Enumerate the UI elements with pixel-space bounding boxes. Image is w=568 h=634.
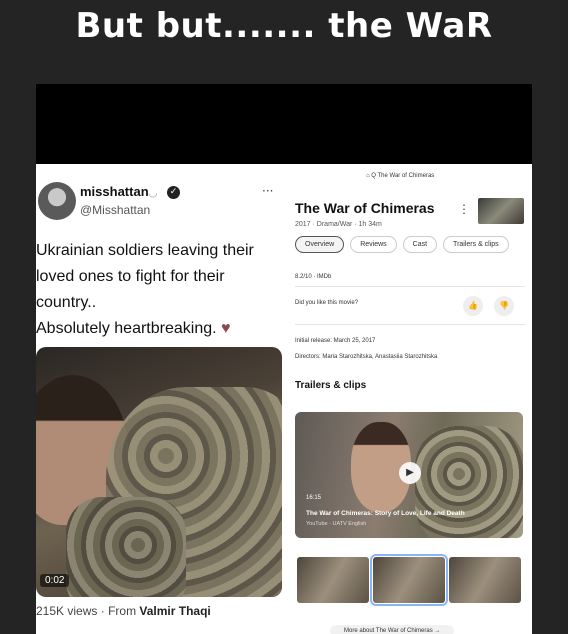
tab-cast[interactable]: Cast [402, 236, 438, 253]
kebab-menu-icon[interactable]: ⋮ [458, 202, 470, 216]
from-name-link[interactable]: Valmir Thaqi [139, 604, 210, 618]
tweet-panel: misshattan ◡ ✓ @Misshattan ··· Ukrainian… [36, 164, 286, 634]
tab-trailers-clips[interactable]: Trailers & clips [443, 236, 509, 253]
imdb-rating: 8.2/10 · IMDb [295, 274, 332, 280]
movie-thumbnail[interactable] [478, 198, 524, 224]
movie-title: The War of Chimeras [295, 200, 435, 216]
video-duration: 0:02 [40, 574, 70, 587]
search-url-bar[interactable]: ⌂ Q The War of Chimeras [366, 173, 434, 179]
play-icon[interactable]: ▶ [399, 462, 421, 484]
initial-release: Initial release: March 25, 2017 [295, 338, 376, 344]
more-about-button[interactable]: More about The War of Chimeras → [330, 625, 455, 634]
thumbs-down-icon[interactable]: 👎 [494, 296, 514, 316]
video-thumbnail-selected[interactable] [370, 554, 448, 606]
tweet-video[interactable]: 0:02 [36, 347, 282, 597]
verified-check-icon: ✓ [167, 186, 180, 199]
video-thumbnail-strip [297, 554, 521, 606]
tab-chips: Overview Reviews Cast Trailers & clips [295, 236, 509, 253]
screenshot-composite: misshattan ◡ ✓ @Misshattan ··· Ukrainian… [36, 164, 532, 634]
video-title: The War of Chimeras: Story of Love, Life… [306, 510, 465, 517]
verified-emoji-icon: ◡ [148, 186, 158, 199]
tweet-display-name[interactable]: misshattan [80, 184, 149, 199]
trailer-video[interactable]: ▶ 16:15 The War of Chimeras: Story of Lo… [295, 412, 523, 538]
like-question: Did you like this movie? [295, 300, 359, 306]
tab-overview[interactable]: Overview [295, 236, 345, 253]
video-thumbnail[interactable] [449, 557, 521, 603]
tweet-text: Ukrainian soldiers leaving their loved o… [36, 238, 284, 342]
more-options-icon[interactable]: ··· [262, 184, 273, 198]
video-thumbnail[interactable] [297, 557, 369, 603]
trailers-section-title: Trailers & clips [295, 380, 367, 391]
meme-caption: But but....... the WaR [75, 6, 493, 46]
tweet-handle[interactable]: @Misshattan [80, 203, 150, 217]
movie-subtitle: 2017 · Drama/War · 1h 34m [295, 221, 382, 228]
thumbs-up-icon[interactable]: 👍 [463, 296, 483, 316]
video-soldier [415, 426, 523, 538]
divider [295, 324, 525, 325]
tweet-views-line: 215K views · From Valmir Thaqi [36, 604, 211, 618]
directors: Directors: Maria Starozhitska, Anastasii… [295, 354, 438, 360]
divider [295, 286, 525, 287]
video-duration: 16:15 [306, 495, 322, 501]
tab-reviews[interactable]: Reviews [350, 236, 397, 253]
heart-icon: ♥ [221, 320, 231, 337]
video-camouflage [66, 497, 186, 597]
avatar[interactable] [38, 182, 76, 220]
views-count: 215K views [36, 604, 98, 618]
black-bar [36, 84, 532, 164]
from-label: From [108, 604, 137, 618]
video-source: YouTube · UATV English [306, 521, 367, 527]
google-result-panel: ⌂ Q The War of Chimeras The War of Chime… [286, 164, 532, 634]
separator: · [100, 604, 109, 618]
